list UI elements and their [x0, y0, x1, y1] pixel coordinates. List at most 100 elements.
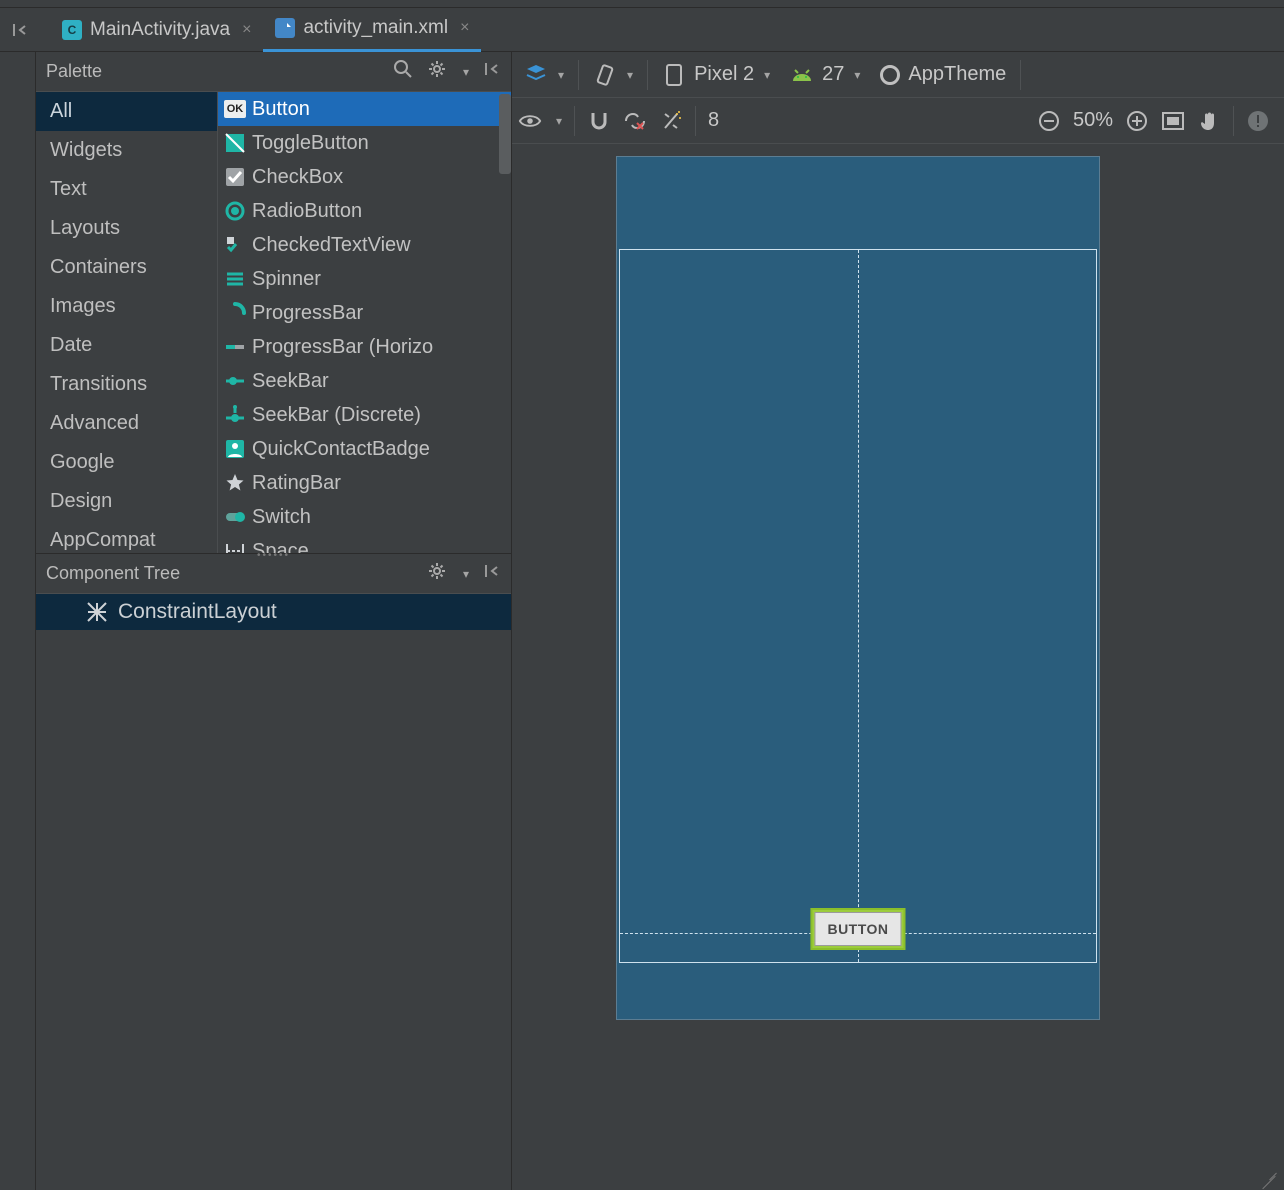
spinner-icon [224, 268, 246, 290]
viewport-bounds: BUTTON [619, 249, 1097, 963]
palette-category-google[interactable]: Google [36, 443, 217, 482]
widget-label: RatingBar [252, 468, 341, 498]
zoom-out-icon[interactable] [1037, 109, 1061, 133]
palette-category-list: AllWidgetsTextLayoutsContainersImagesDat… [36, 92, 218, 553]
tab-main-activity[interactable]: C MainActivity.java × [50, 8, 263, 52]
zoom-level[interactable]: 50% [1073, 109, 1113, 132]
radio-icon [224, 200, 246, 222]
theme-selector[interactable]: AppTheme [874, 63, 1012, 86]
widget-label: CheckedTextView [252, 230, 411, 260]
clear-constraints-icon[interactable] [623, 109, 647, 133]
widget-label: RadioButton [252, 196, 362, 226]
palette-widget-togglebutton[interactable]: ToggleButton [218, 126, 511, 160]
close-icon[interactable]: × [242, 21, 251, 39]
theme-label: AppTheme [908, 63, 1006, 86]
progress-icon [224, 302, 246, 324]
pan-icon[interactable] [1197, 109, 1221, 133]
orientation-icon[interactable] [593, 63, 617, 87]
palette-widget-quickcontactbadge[interactable]: QuickContactBadge [218, 432, 511, 466]
widget-label: CheckBox [252, 162, 343, 192]
palette-header: Palette ▾ [36, 52, 511, 92]
chevron-down-icon[interactable]: ▾ [558, 68, 564, 82]
switch-icon [224, 506, 246, 528]
widget-label: Button [252, 94, 310, 124]
search-icon[interactable] [393, 59, 413, 84]
widget-label: Switch [252, 502, 311, 532]
api-selector[interactable]: 27 ▾ [784, 63, 866, 87]
palette-widget-button[interactable]: OK Button [218, 92, 511, 126]
design-canvas[interactable]: BUTTON [512, 144, 1284, 1190]
star-icon [224, 472, 246, 494]
chevron-down-icon: ▾ [854, 68, 860, 82]
infer-constraints-icon[interactable] [659, 109, 683, 133]
tree-item-constraintlayout[interactable]: ConstraintLayout [36, 594, 511, 630]
tab-label: MainActivity.java [90, 19, 230, 41]
resize-corner-icon[interactable] [1258, 1164, 1280, 1186]
ok-icon: OK [224, 98, 246, 120]
gear-dropdown-icon[interactable]: ▾ [463, 65, 469, 79]
widget-button-preview[interactable]: BUTTON [810, 908, 905, 950]
resize-grip-icon[interactable]: •••••• [257, 550, 290, 561]
java-file-icon: C [62, 20, 82, 40]
palette-widget-checkbox[interactable]: CheckBox [218, 160, 511, 194]
widget-label: ProgressBar (Horizo [252, 332, 433, 362]
progress-h-icon [224, 336, 246, 358]
zoom-fit-icon[interactable] [1161, 109, 1185, 133]
palette-widget-seekbar-discrete-[interactable]: SeekBar (Discrete) [218, 398, 511, 432]
component-tree: ConstraintLayout [36, 594, 511, 1190]
chevron-down-icon[interactable]: ▾ [627, 68, 633, 82]
tab-activity-main-xml[interactable]: activity_main.xml × [263, 8, 481, 52]
gear-dropdown-icon[interactable]: ▾ [463, 567, 469, 581]
warnings-icon[interactable] [1246, 109, 1270, 133]
api-label: 27 [822, 63, 844, 86]
palette-widget-seekbar[interactable]: SeekBar [218, 364, 511, 398]
palette-category-images[interactable]: Images [36, 287, 217, 326]
checkbox-icon [224, 166, 246, 188]
theme-icon [880, 65, 900, 85]
contact-icon [224, 438, 246, 460]
device-selector[interactable]: Pixel 2 ▾ [656, 63, 776, 87]
tree-item-label: ConstraintLayout [118, 600, 277, 624]
palette-category-containers[interactable]: Containers [36, 248, 217, 287]
view-options-icon[interactable] [518, 109, 542, 133]
palette-widget-spinner[interactable]: Spinner [218, 262, 511, 296]
guideline-vertical [858, 250, 859, 962]
palette-category-all[interactable]: All [36, 92, 217, 131]
palette-widget-checkedtextview[interactable]: CheckedTextView [218, 228, 511, 262]
gear-icon[interactable] [427, 59, 447, 84]
palette-widget-list: OK Button ToggleButton CheckBox RadioButton C… [218, 92, 511, 553]
design-surface-icon[interactable] [524, 63, 548, 87]
palette-category-date[interactable]: Date [36, 326, 217, 365]
chevron-down-icon[interactable]: ▾ [556, 114, 562, 128]
widget-label: Spinner [252, 264, 321, 294]
palette-widget-radiobutton[interactable]: RadioButton [218, 194, 511, 228]
palette-category-widgets[interactable]: Widgets [36, 131, 217, 170]
phone-icon [662, 63, 686, 87]
palette-category-text[interactable]: Text [36, 170, 217, 209]
editor-tabs: C MainActivity.java × activity_main.xml … [0, 8, 1284, 52]
palette-category-design[interactable]: Design [36, 482, 217, 521]
palette-widget-progressbar[interactable]: ProgressBar [218, 296, 511, 330]
design-toolbar-bottom: ▾ 8 50% [512, 98, 1284, 144]
zoom-in-icon[interactable] [1125, 109, 1149, 133]
palette-widget-ratingbar[interactable]: RatingBar [218, 466, 511, 500]
palette-widget-switch[interactable]: Switch [218, 500, 511, 534]
gear-icon[interactable] [427, 561, 447, 586]
scrollbar-thumb[interactable] [499, 94, 511, 174]
widget-label: ToggleButton [252, 128, 369, 158]
widget-label: ProgressBar [252, 298, 363, 328]
close-icon[interactable]: × [460, 19, 469, 37]
collapse-left-icon[interactable] [6, 16, 34, 44]
device-label: Pixel 2 [694, 63, 754, 86]
collapse-right-icon[interactable] [483, 60, 501, 83]
palette-category-transitions[interactable]: Transitions [36, 365, 217, 404]
default-margin-value[interactable]: 8 [708, 109, 719, 132]
checkedtext-icon [224, 234, 246, 256]
palette-category-appcompat[interactable]: AppCompat [36, 521, 217, 553]
toggle-icon [224, 132, 246, 154]
palette-category-layouts[interactable]: Layouts [36, 209, 217, 248]
collapse-right-icon[interactable] [483, 562, 501, 585]
palette-widget-progressbar-horizo[interactable]: ProgressBar (Horizo [218, 330, 511, 364]
magnet-icon[interactable] [587, 109, 611, 133]
palette-category-advanced[interactable]: Advanced [36, 404, 217, 443]
